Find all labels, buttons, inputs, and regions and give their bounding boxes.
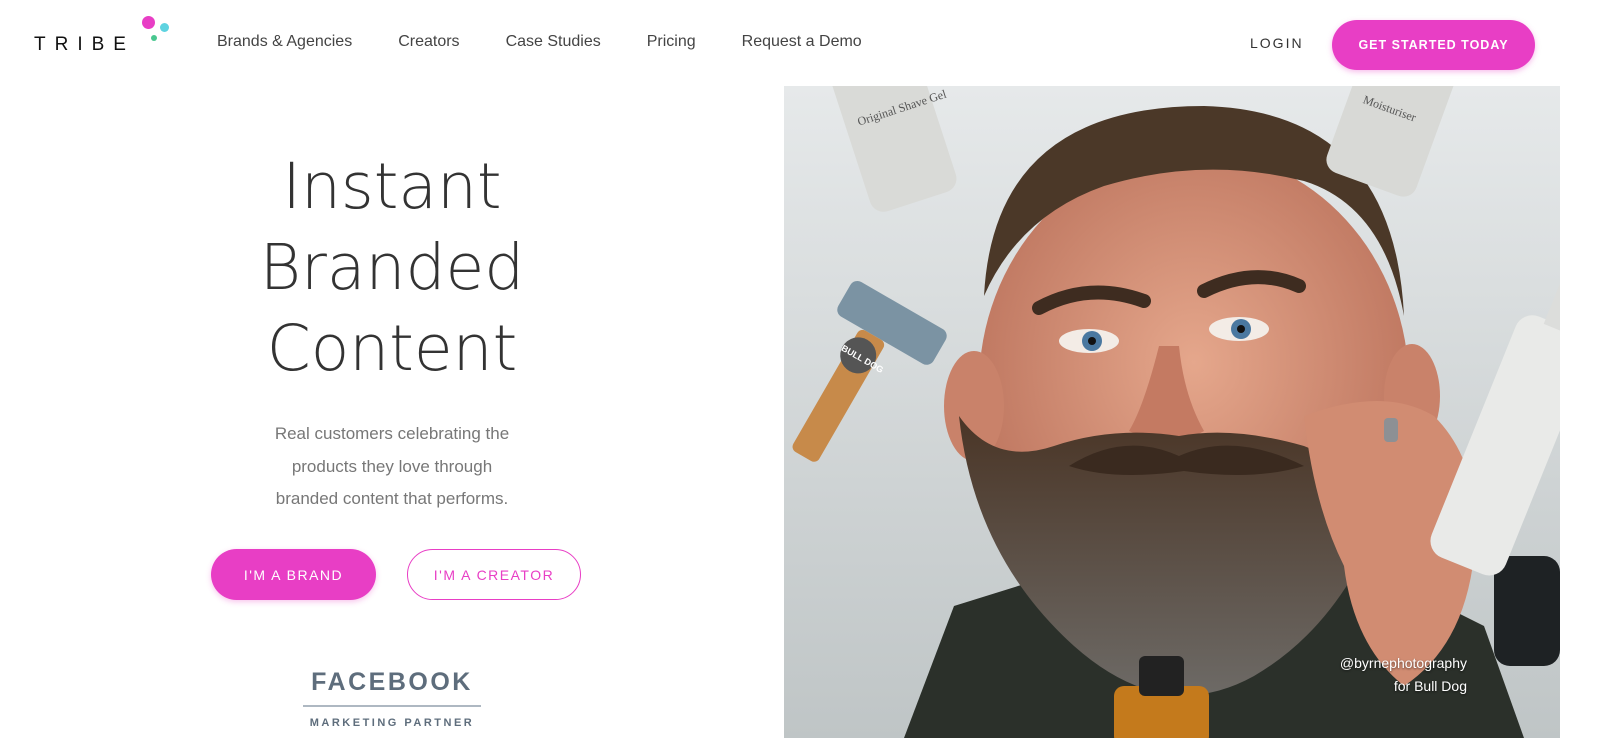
bearded-man-illustration: Original Shave Gel Moisturiser BULL DOG [784, 86, 1560, 738]
get-started-button[interactable]: GET STARTED TODAY [1332, 20, 1535, 70]
logo-wordmark: TRIBE [34, 34, 135, 55]
badge-divider [303, 705, 481, 707]
hero-title-line: Content [266, 312, 518, 385]
hero-title-line: Instant [282, 150, 502, 223]
badge-tagline: MARKETING PARTNER [309, 717, 475, 729]
hero-subtitle-line: branded content that performs. [275, 489, 509, 508]
nav-creators[interactable]: Creators [398, 33, 459, 51]
nav-pricing[interactable]: Pricing [647, 33, 696, 51]
hero-title: Instant Branded Content [192, 146, 592, 389]
photo-credit-handle: @byrnephotography [1339, 655, 1467, 671]
nav-request-demo[interactable]: Request a Demo [742, 33, 862, 51]
login-link[interactable]: LOGIN [1250, 35, 1304, 51]
photo-credit-brand: for Bull Dog [1393, 678, 1467, 694]
hero-subtitle: Real customers celebrating the products … [242, 418, 542, 516]
im-a-creator-button[interactable]: I'M A CREATOR [407, 549, 581, 600]
logo-dot-cyan [160, 23, 169, 32]
im-a-brand-button[interactable]: I'M A BRAND [211, 549, 376, 600]
logo-dot-pink [142, 16, 155, 29]
logo-dot-green [151, 35, 157, 41]
hero-title-line: Branded [259, 231, 525, 304]
nav-case-studies[interactable]: Case Studies [506, 33, 601, 51]
facebook-partner-badge: FACEBOOK MARKETING PARTNER [303, 668, 481, 729]
hero-photo: Original Shave Gel Moisturiser BULL DOG … [784, 86, 1560, 738]
nav-brands-agencies[interactable]: Brands & Agencies [217, 33, 352, 51]
site-header: TRIBE Brands & Agencies Creators Case St… [0, 0, 1600, 86]
hero-subtitle-line: products they love through [291, 456, 493, 476]
facebook-wordmark: FACEBOOK [311, 668, 473, 696]
tribe-logo[interactable]: TRIBE [34, 14, 174, 58]
main-nav: Brands & Agencies Creators Case Studies … [217, 33, 908, 51]
photo-credit: @byrnephotography for Bull Dog [1340, 652, 1467, 698]
hero-subtitle-line: Real customers celebrating the [274, 424, 510, 443]
